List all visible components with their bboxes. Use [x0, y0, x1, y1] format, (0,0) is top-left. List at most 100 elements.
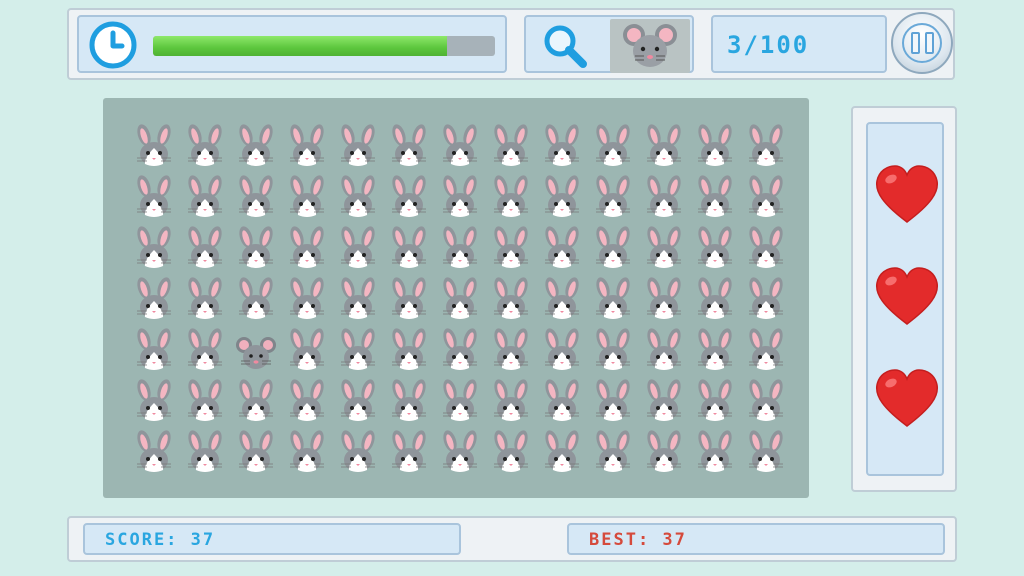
bunny-tile[interactable] — [536, 325, 587, 376]
bunny-tile[interactable] — [536, 121, 587, 172]
bunny-tile[interactable] — [281, 172, 332, 223]
bunny-tile[interactable] — [434, 223, 485, 274]
bunny-tile[interactable] — [434, 274, 485, 325]
bunny-tile[interactable] — [128, 325, 179, 376]
bunny-tile[interactable] — [485, 427, 536, 478]
found-counter-panel: 3/100 — [711, 15, 887, 73]
bunny-tile[interactable] — [332, 223, 383, 274]
bunny-tile[interactable] — [332, 121, 383, 172]
lives-panel — [851, 106, 957, 492]
bunny-tile[interactable] — [128, 121, 179, 172]
bunny-tile[interactable] — [383, 223, 434, 274]
target-panel — [524, 15, 694, 73]
bunny-tile[interactable] — [281, 223, 332, 274]
bunny-tile[interactable] — [179, 223, 230, 274]
bunny-tile[interactable] — [434, 376, 485, 427]
bunny-tile[interactable] — [485, 274, 536, 325]
bunny-tile[interactable] — [281, 274, 332, 325]
bunny-tile[interactable] — [281, 121, 332, 172]
bunny-tile[interactable] — [332, 376, 383, 427]
bunny-tile[interactable] — [230, 427, 281, 478]
bunny-tile[interactable] — [689, 172, 740, 223]
bunny-tile[interactable] — [638, 274, 689, 325]
bunny-tile[interactable] — [383, 376, 434, 427]
bunny-tile[interactable] — [485, 325, 536, 376]
bunny-tile[interactable] — [434, 325, 485, 376]
bunny-tile[interactable] — [383, 427, 434, 478]
bunny-tile[interactable] — [587, 325, 638, 376]
bunny-tile[interactable] — [230, 172, 281, 223]
bunny-tile[interactable] — [638, 121, 689, 172]
bunny-tile[interactable] — [281, 325, 332, 376]
bunny-tile[interactable] — [332, 427, 383, 478]
bunny-tile[interactable] — [689, 376, 740, 427]
bunny-tile[interactable] — [128, 223, 179, 274]
bunny-tile[interactable] — [485, 376, 536, 427]
bunny-tile[interactable] — [740, 325, 791, 376]
bunny-tile[interactable] — [230, 274, 281, 325]
pause-icon — [902, 23, 942, 63]
bunny-tile[interactable] — [536, 274, 587, 325]
bunny-tile[interactable] — [128, 376, 179, 427]
bunny-tile[interactable] — [485, 121, 536, 172]
bunny-tile[interactable] — [587, 121, 638, 172]
bunny-tile[interactable] — [179, 121, 230, 172]
bunny-tile[interactable] — [383, 274, 434, 325]
bunny-tile[interactable] — [332, 172, 383, 223]
bunny-tile[interactable] — [536, 376, 587, 427]
bunny-tile[interactable] — [689, 121, 740, 172]
bunny-tile[interactable] — [434, 172, 485, 223]
bunny-tile[interactable] — [587, 274, 638, 325]
bunny-tile[interactable] — [587, 376, 638, 427]
bunny-tile[interactable] — [536, 223, 587, 274]
bunny-tile[interactable] — [638, 172, 689, 223]
bunny-tile[interactable] — [281, 427, 332, 478]
bunny-tile[interactable] — [128, 172, 179, 223]
bunny-tile[interactable] — [587, 427, 638, 478]
bunny-tile[interactable] — [638, 376, 689, 427]
bunny-tile[interactable] — [485, 223, 536, 274]
pause-button[interactable] — [891, 12, 953, 74]
bunny-tile[interactable] — [383, 325, 434, 376]
bunny-tile[interactable] — [383, 172, 434, 223]
bunny-tile[interactable] — [332, 274, 383, 325]
bunny-tile[interactable] — [179, 376, 230, 427]
bunny-tile[interactable] — [128, 427, 179, 478]
bunny-tile[interactable] — [383, 121, 434, 172]
bunny-tile[interactable] — [434, 121, 485, 172]
bunny-tile[interactable] — [587, 223, 638, 274]
bunny-tile[interactable] — [230, 121, 281, 172]
bunny-tile[interactable] — [740, 223, 791, 274]
heart-icon — [875, 267, 939, 325]
bunny-tile[interactable] — [536, 172, 587, 223]
bunny-tile[interactable] — [230, 376, 281, 427]
bunny-tile[interactable] — [689, 223, 740, 274]
bunny-tile[interactable] — [689, 427, 740, 478]
best-panel: BEST: 37 — [567, 523, 945, 555]
time-progress-bar — [153, 36, 495, 56]
target-animal-box — [610, 19, 690, 73]
bunny-tile[interactable] — [740, 172, 791, 223]
bunny-tile[interactable] — [740, 376, 791, 427]
bunny-tile[interactable] — [740, 121, 791, 172]
bunny-tile[interactable] — [179, 274, 230, 325]
bunny-tile[interactable] — [536, 427, 587, 478]
bunny-tile[interactable] — [638, 325, 689, 376]
bunny-tile[interactable] — [689, 325, 740, 376]
bunny-tile[interactable] — [230, 223, 281, 274]
mouse-tile[interactable] — [230, 325, 281, 376]
bunny-tile[interactable] — [485, 172, 536, 223]
bunny-tile[interactable] — [281, 376, 332, 427]
bunny-tile[interactable] — [740, 427, 791, 478]
bunny-tile[interactable] — [179, 325, 230, 376]
bunny-tile[interactable] — [740, 274, 791, 325]
bunny-tile[interactable] — [179, 427, 230, 478]
bunny-tile[interactable] — [434, 427, 485, 478]
bunny-tile[interactable] — [638, 223, 689, 274]
bunny-tile[interactable] — [332, 325, 383, 376]
bunny-tile[interactable] — [128, 274, 179, 325]
bunny-tile[interactable] — [179, 172, 230, 223]
bunny-tile[interactable] — [638, 427, 689, 478]
bunny-tile[interactable] — [587, 172, 638, 223]
bunny-tile[interactable] — [689, 274, 740, 325]
